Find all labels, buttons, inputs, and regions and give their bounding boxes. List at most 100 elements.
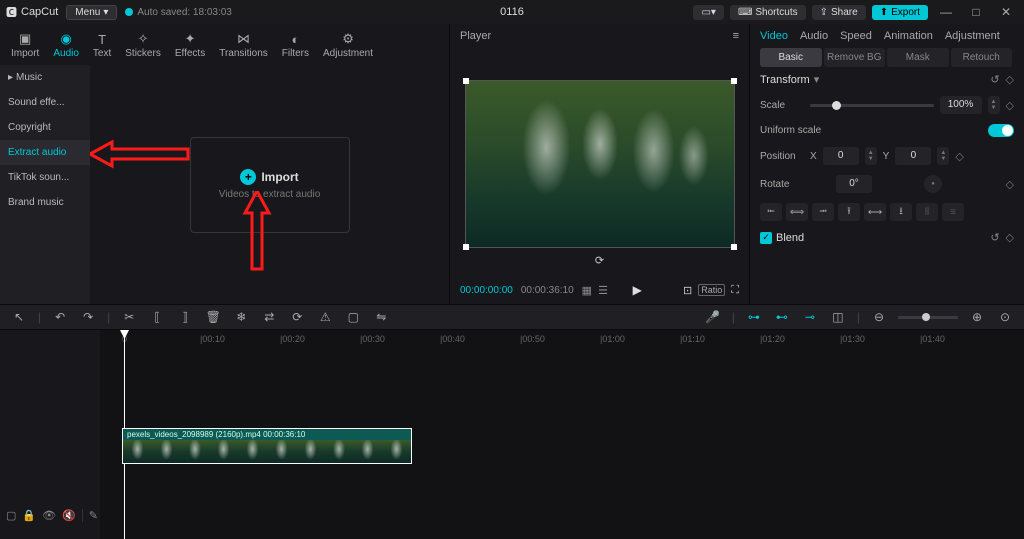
video-preview[interactable]: ⟳ xyxy=(465,80,735,248)
cat-brand-music[interactable]: Brand music xyxy=(0,190,90,215)
maximize-button[interactable]: □ xyxy=(964,2,988,22)
position-y-value[interactable]: 0 xyxy=(895,147,931,165)
resize-handle-tr[interactable] xyxy=(731,78,737,84)
zoom-fit-button[interactable]: ⊙ xyxy=(996,308,1014,326)
zoom-in-button[interactable]: ⊕ xyxy=(968,308,986,326)
ins-tab-adjustment[interactable]: Adjustment xyxy=(945,30,1000,42)
position-x-value[interactable]: 0 xyxy=(823,147,859,165)
scale-fit-icon[interactable]: ⊡ xyxy=(683,284,692,297)
subtab-retouch[interactable]: Retouch xyxy=(951,48,1013,67)
align-bottom[interactable]: ⭳ xyxy=(890,203,912,221)
ratio-button[interactable]: Ratio xyxy=(698,284,725,296)
zoom-slider[interactable] xyxy=(898,316,958,319)
rotate-keyframe[interactable]: ◇ xyxy=(1006,178,1014,191)
collapse-icon[interactable]: ▾ xyxy=(814,73,820,86)
trim-right-button[interactable]: ⟧ xyxy=(176,308,194,326)
x-stepper[interactable]: ▲▼ xyxy=(865,147,877,165)
tab-transitions[interactable]: ⋈Transitions xyxy=(212,28,275,65)
share-button[interactable]: ⇪ Share xyxy=(812,5,866,20)
tab-adjustment[interactable]: ⚙Adjustment xyxy=(316,28,380,65)
layout-button[interactable]: ▭▾ xyxy=(693,5,723,20)
cover-toggle-icon[interactable]: ▢ xyxy=(6,509,16,522)
cat-music[interactable]: ▸Music xyxy=(0,65,90,90)
resize-handle-tl[interactable] xyxy=(463,78,469,84)
select-tool[interactable]: ↖ xyxy=(10,308,28,326)
ins-tab-video[interactable]: Video xyxy=(760,30,788,42)
trim-left-button[interactable]: ⟦ xyxy=(148,308,166,326)
tab-import[interactable]: ▣Import xyxy=(4,28,46,65)
tab-stickers[interactable]: ✧Stickers xyxy=(118,28,168,65)
zoom-out-button[interactable]: ⊖ xyxy=(870,308,888,326)
export-button[interactable]: ⬆ Export xyxy=(872,5,928,20)
ins-tab-speed[interactable]: Speed xyxy=(840,30,872,42)
cat-tiktok-sound[interactable]: TikTok soun... xyxy=(0,165,90,190)
blend-reset-icon[interactable]: ↺ xyxy=(990,231,999,244)
minimize-button[interactable]: — xyxy=(934,2,958,22)
blend-keyframe[interactable]: ◇ xyxy=(1006,231,1014,244)
track-visible-icon[interactable]: 👁 xyxy=(42,509,56,522)
align-center-h[interactable]: ⟺ xyxy=(786,203,808,221)
snap-on-2[interactable]: ⊷ xyxy=(773,308,791,326)
redo-button[interactable]: ↷ xyxy=(79,308,97,326)
list-view-icon[interactable]: ☰ xyxy=(598,284,608,297)
menu-button[interactable]: Menu ▾ xyxy=(66,5,117,20)
snap-on-3[interactable]: ⊸ xyxy=(801,308,819,326)
blend-checkbox[interactable]: ✓ xyxy=(760,232,772,244)
reset-icon[interactable]: ↺ xyxy=(990,73,999,86)
subtab-remove-bg[interactable]: Remove BG xyxy=(824,48,886,67)
preview-toggle[interactable]: ◫ xyxy=(829,308,847,326)
scale-slider[interactable] xyxy=(810,104,934,107)
align-center-v[interactable]: ⟷ xyxy=(864,203,886,221)
snap-on-1[interactable]: ⊶ xyxy=(745,308,763,326)
undo-button[interactable]: ↶ xyxy=(51,308,69,326)
shortcuts-button[interactable]: ⌨ Shortcuts xyxy=(730,5,806,20)
import-box[interactable]: + Import Videos to extract audio xyxy=(190,137,350,233)
video-clip[interactable]: pexels_videos_2098989 (2160p).mp4 00:00:… xyxy=(122,428,412,464)
warn-button[interactable]: ⚠ xyxy=(316,308,334,326)
resize-handle-bl[interactable] xyxy=(463,244,469,250)
tab-text[interactable]: TText xyxy=(86,28,118,65)
close-button[interactable]: ✕ xyxy=(994,2,1018,22)
tab-filters[interactable]: ◐Filters xyxy=(275,28,316,65)
rotate-handle-icon[interactable]: ⟳ xyxy=(595,254,604,267)
reverse-button[interactable]: ⇋ xyxy=(372,308,390,326)
distribute-h[interactable]: ⫴ xyxy=(916,203,938,221)
uniform-scale-toggle[interactable] xyxy=(988,124,1014,137)
subtab-basic[interactable]: Basic xyxy=(760,48,822,67)
timeline-ruler[interactable]: 0 |00:10 |00:20 |00:30 |00:40 |00:50 |01… xyxy=(100,330,1024,350)
edit-track-icon[interactable]: ✎ xyxy=(82,509,98,522)
align-top[interactable]: ⭱ xyxy=(838,203,860,221)
tab-effects[interactable]: ✦Effects xyxy=(168,28,212,65)
ins-tab-animation[interactable]: Animation xyxy=(884,30,933,42)
rotate-dial[interactable]: ● xyxy=(924,175,942,193)
align-right[interactable]: ⭲ xyxy=(812,203,834,221)
fullscreen-icon[interactable]: ⛶ xyxy=(731,284,739,297)
cat-copyright[interactable]: Copyright xyxy=(0,115,90,140)
scale-keyframe[interactable]: ◇ xyxy=(1006,99,1014,112)
ins-tab-audio[interactable]: Audio xyxy=(800,30,828,42)
mic-button[interactable]: 🎤 xyxy=(704,308,722,326)
track-mute-icon[interactable]: 🔇 xyxy=(62,509,76,522)
scale-value[interactable]: 100% xyxy=(940,96,982,114)
rotate-button[interactable]: ⟳ xyxy=(288,308,306,326)
subtab-mask[interactable]: Mask xyxy=(887,48,949,67)
tab-audio[interactable]: ◉Audio xyxy=(46,28,86,65)
split-button[interactable]: ✂ xyxy=(120,308,138,326)
align-left[interactable]: ⭰ xyxy=(760,203,782,221)
scale-stepper[interactable]: ▲▼ xyxy=(988,96,1000,114)
y-stepper[interactable]: ▲▼ xyxy=(937,147,949,165)
cat-extract-audio[interactable]: Extract audio xyxy=(0,140,90,165)
cat-sound-effects[interactable]: Sound effe... xyxy=(0,90,90,115)
delete-button[interactable]: 🗑 xyxy=(204,308,222,326)
distribute-v[interactable]: ≡ xyxy=(942,203,964,221)
keyframe-icon[interactable]: ◇ xyxy=(1006,73,1014,86)
crop-button[interactable]: ▢ xyxy=(344,308,362,326)
position-keyframe[interactable]: ◇ xyxy=(955,150,963,163)
play-button[interactable]: ▶ xyxy=(633,283,642,297)
resize-handle-br[interactable] xyxy=(731,244,737,250)
mirror-button[interactable]: ⇄ xyxy=(260,308,278,326)
grid-view-icon[interactable]: ▦ xyxy=(582,284,592,297)
rotate-value[interactable]: 0° xyxy=(836,175,872,193)
freeze-button[interactable]: ❄ xyxy=(232,308,250,326)
player-menu-icon[interactable]: ≡ xyxy=(733,30,739,42)
